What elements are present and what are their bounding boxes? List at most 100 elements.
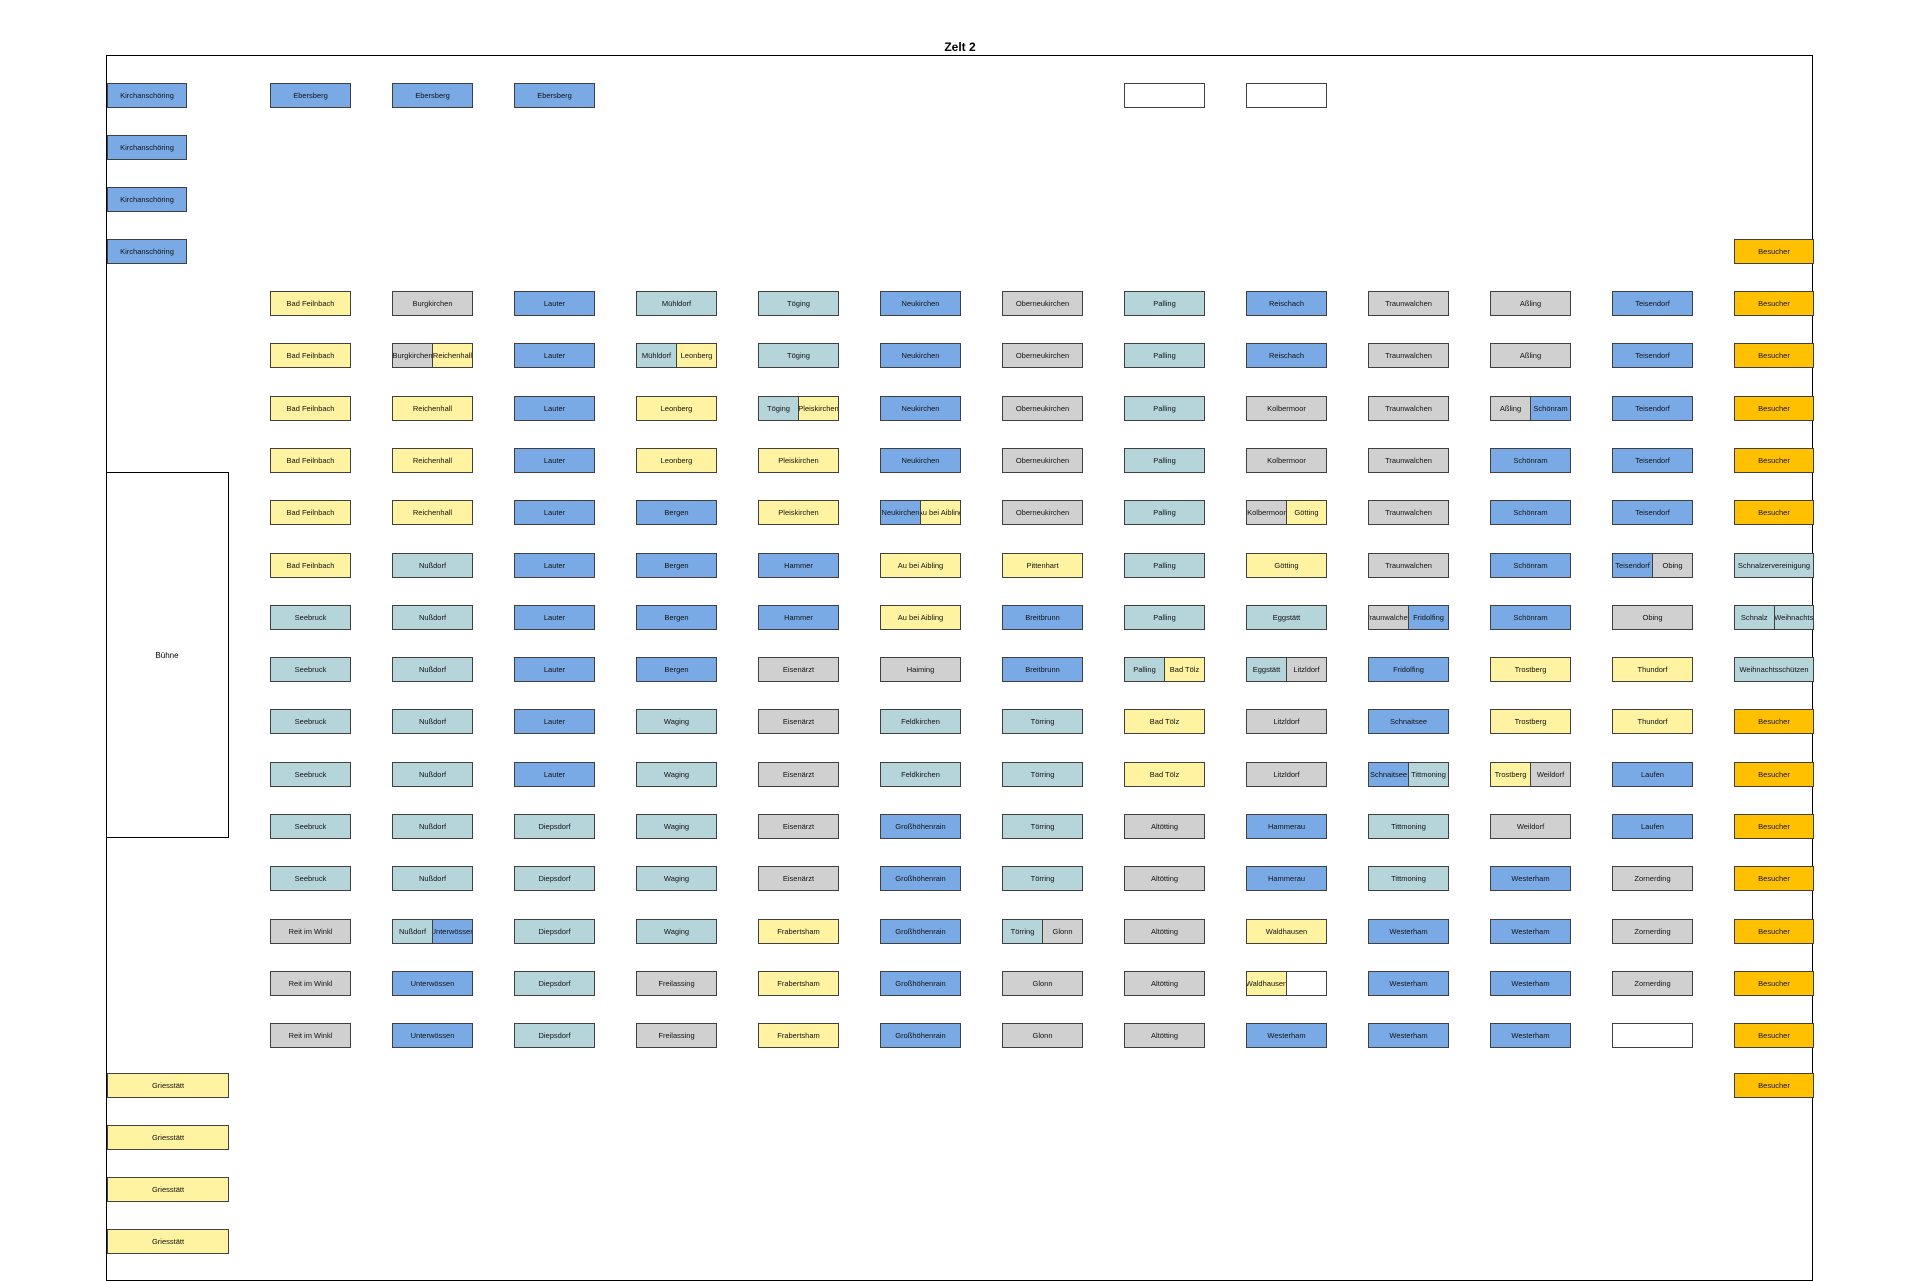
table-label: Nußdorf (393, 710, 472, 733)
table-cell: Teisendorf (1612, 500, 1693, 525)
table-label: Neukirchen (881, 292, 960, 315)
table-cell: Tittmoning (1368, 866, 1449, 891)
table-cell: Frabertsham (758, 971, 839, 996)
table-label: Au bei Aibling (881, 554, 960, 577)
table-cell: Neukirchen (880, 343, 961, 368)
table-cell: Haiming (880, 657, 961, 682)
table-label: Palling (1125, 554, 1204, 577)
table-cell: Schönram (1490, 553, 1571, 578)
table-label: Lauter (515, 763, 594, 786)
table-cell: Frabertsham (758, 919, 839, 944)
table-label: Weildorf (1530, 763, 1570, 786)
table-label: Unterwössen (393, 972, 472, 995)
table-label: Traunwalchen (1369, 606, 1408, 629)
table-cell: Reichenhall (392, 500, 473, 525)
table-cell: Bergen (636, 500, 717, 525)
table-cell: Großhöhenrain (880, 919, 961, 944)
table-cell: Waldhausen (1246, 919, 1327, 944)
table-label: Litzldorf (1247, 710, 1326, 733)
visitor-table: Schnalz Weihnachts (1734, 605, 1814, 630)
table-cell: Bad Tölz (1124, 762, 1205, 787)
table-label: Kirchanschöring (108, 240, 186, 263)
table-label (1125, 84, 1204, 107)
table-cell: Reischach (1246, 291, 1327, 316)
left-table: Kirchanschöring (107, 135, 187, 160)
table-label: Freilassing (637, 972, 716, 995)
table-cell: Palling (1124, 448, 1205, 473)
table-label: Unterwössen (432, 920, 472, 943)
table-cell: Eisenärzt (758, 709, 839, 734)
table-label: Eggstätt (1247, 606, 1326, 629)
table-label: Besucher (1735, 292, 1813, 315)
table-label: Au bei Aibling (881, 606, 960, 629)
table-cell: Diepsdorf (514, 1023, 595, 1048)
table-cell: Eisenärzt (758, 657, 839, 682)
table-cell: Glonn (1002, 1023, 1083, 1048)
table-cell: Schönram (1490, 500, 1571, 525)
table-label: Lauter (515, 606, 594, 629)
table-cell: Schönram (1490, 605, 1571, 630)
table-label: Griesstätt (108, 1178, 228, 1201)
table-label: Glonn (1003, 972, 1082, 995)
table-cell: Bad Feilnbach (270, 343, 351, 368)
table-cell: Oberneukirchen (1002, 291, 1083, 316)
table-cell: Hammerau (1246, 814, 1327, 839)
table-cell: Pleiskirchen (758, 500, 839, 525)
table-cell: Traunwalchen (1368, 396, 1449, 421)
table-label: Waging (637, 763, 716, 786)
table-label: Töging (759, 397, 798, 420)
table-label: Litzldorf (1247, 763, 1326, 786)
table-cell: Lauter (514, 553, 595, 578)
table-cell: Nußdorf (392, 553, 473, 578)
table-label: Kirchanschöring (108, 84, 186, 107)
table-label: Thundorf (1613, 710, 1692, 733)
top-table: Kirchanschöring (107, 83, 187, 108)
table-cell: Bad Feilnbach (270, 448, 351, 473)
visitor-table: Weihnachtsschützen (1734, 657, 1814, 682)
table-cell: Reit im Winkl (270, 919, 351, 944)
table-cell: Törring Glonn (1002, 919, 1083, 944)
table-cell: Trostberg (1490, 709, 1571, 734)
table-cell: Traunwalchen (1368, 343, 1449, 368)
table-label: Waging (637, 867, 716, 890)
table-label: Besucher (1735, 397, 1813, 420)
table-label: Diepsdorf (515, 1024, 594, 1047)
table-label: Trostberg (1491, 710, 1570, 733)
left-table: Kirchanschöring (107, 239, 187, 264)
table-label: Oberneukirchen (1003, 397, 1082, 420)
table-label: Seebruck (271, 763, 350, 786)
table-cell: Thundorf (1612, 657, 1693, 682)
table-cell: Schnaitsee (1368, 709, 1449, 734)
table-label: Reichenhall (393, 449, 472, 472)
table-label: Trostberg (1491, 658, 1570, 681)
table-cell: Hammer (758, 605, 839, 630)
table-label: Oberneukirchen (1003, 292, 1082, 315)
table-cell: Törring (1002, 814, 1083, 839)
visitor-table: Besucher (1734, 396, 1814, 421)
table-label: Pleiskirchen (759, 501, 838, 524)
table-cell: Aßling Schönram (1490, 396, 1571, 421)
table-label: Nußdorf (393, 658, 472, 681)
table-label: Diepsdorf (515, 972, 594, 995)
table-label: Traunwalchen (1369, 449, 1448, 472)
table-cell: Zornerding (1612, 866, 1693, 891)
table-cell: Breitbrunn (1002, 657, 1083, 682)
table-label: Glonn (1042, 920, 1082, 943)
table-label: Nußdorf (393, 867, 472, 890)
table-cell: Palling (1124, 605, 1205, 630)
table-cell: Bergen (636, 657, 717, 682)
table-label: Bad Feilnbach (271, 397, 350, 420)
table-label: Waldhausen (1247, 920, 1326, 943)
table-cell: NeukirchenAu bei Aibling (880, 500, 961, 525)
table-label: Zornerding (1613, 867, 1692, 890)
table-label: Eisenärzt (759, 710, 838, 733)
table-label: Bad Tölz (1164, 658, 1204, 681)
table-label: Bergen (637, 501, 716, 524)
table-cell: Schnaitsee Tittmoning (1368, 762, 1449, 787)
table-label: Frabertsham (759, 1024, 838, 1047)
table-cell: Westerham (1368, 919, 1449, 944)
table-label: Altötting (1125, 867, 1204, 890)
table-cell: Eisenärzt (758, 814, 839, 839)
table-cell: Schönram (1490, 448, 1571, 473)
table-cell: Litzldorf (1246, 709, 1327, 734)
